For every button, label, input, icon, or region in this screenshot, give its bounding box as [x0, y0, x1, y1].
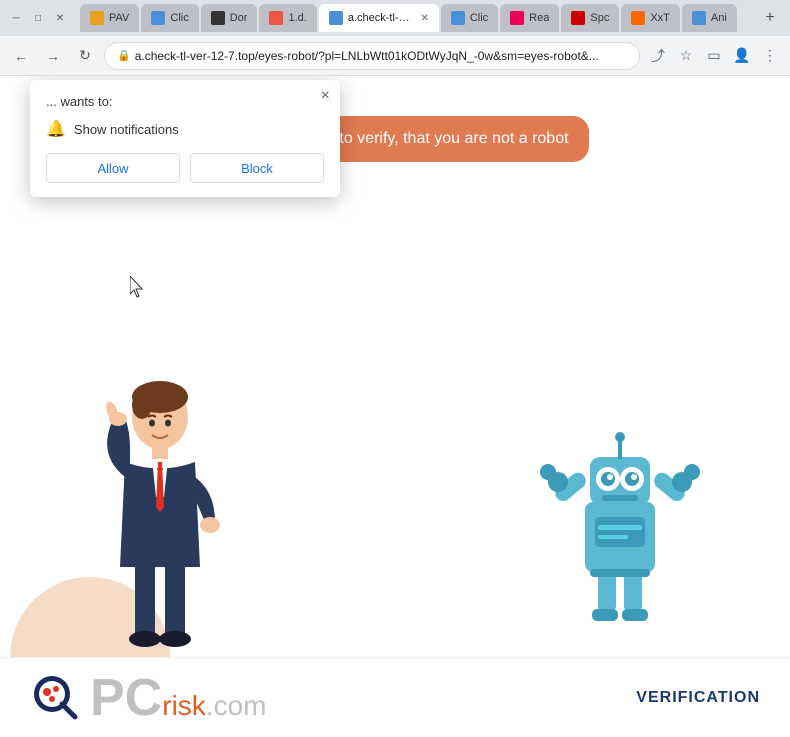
window-controls: ─ □ ✕ [8, 10, 68, 26]
browser-tab[interactable]: Clic [141, 4, 198, 32]
pc-text: PC [90, 669, 162, 727]
bookmark-icon[interactable]: ☆ [674, 44, 698, 68]
sidebar-icon[interactable]: ▭ [702, 44, 726, 68]
notification-row: 🔔 Show notifications [46, 119, 324, 139]
address-bar: ← → ↻ 🔒 a.check-tl-ver-12-7.top/eyes-rob… [0, 36, 790, 76]
pcrisk-logo-icon [30, 672, 82, 724]
browser-tab[interactable]: XxT [621, 4, 680, 32]
bell-icon: 🔔 [46, 119, 66, 139]
tabs-bar: PAV Clic Dor 1.d. a.check-tl-ver-12-7.to… [80, 4, 754, 32]
title-bar: ─ □ ✕ PAV Clic Dor 1.d. a.check-tl-ver-1… [0, 0, 790, 36]
verification-label: VERIFICATION [636, 689, 760, 707]
new-tab-button[interactable]: + [758, 6, 782, 30]
toolbar-icons: ⤴ ☆ ▭ 👤 ⋮ [646, 44, 782, 68]
browser-tab[interactable]: Rea [500, 4, 559, 32]
block-button[interactable]: Block [190, 153, 324, 183]
browser-tab[interactable]: Dor [201, 4, 258, 32]
browser-tab[interactable]: PAV [80, 4, 139, 32]
popup-title: ... wants to: [46, 94, 324, 109]
footer-logo: PCrisk.com [30, 672, 266, 724]
tab-close-icon[interactable]: ✕ [420, 13, 428, 24]
popup-buttons: Allow Block [46, 153, 324, 183]
risk-text: risk [162, 690, 206, 721]
maximize-btn[interactable]: □ [30, 10, 46, 26]
profile-icon[interactable]: 👤 [730, 44, 754, 68]
back-button[interactable]: ← [8, 43, 34, 69]
browser-tab[interactable]: Ani [682, 4, 737, 32]
person-figure [60, 367, 260, 657]
popup-close-button[interactable]: × [321, 88, 330, 104]
browser-tab[interactable]: Clic [441, 4, 498, 32]
notification-popup: × ... wants to: 🔔 Show notifications All… [30, 80, 340, 197]
minimize-btn[interactable]: ─ [8, 10, 24, 26]
browser-tab[interactable]: Spc [561, 4, 619, 32]
footer-logo-text: PCrisk.com [90, 672, 266, 724]
page-footer: PCrisk.com VERIFICATION [0, 657, 790, 737]
share-icon[interactable]: ⤴ [646, 44, 670, 68]
browser-tab[interactable]: 1.d. [259, 4, 316, 32]
address-url: a.check-tl-ver-12-7.top/eyes-robot/?pl=L… [135, 49, 599, 63]
address-input[interactable]: 🔒 a.check-tl-ver-12-7.top/eyes-robot/?pl… [104, 42, 640, 70]
notification-label: Show notifications [74, 122, 179, 137]
browser-tab[interactable]: a.check-tl-ver-12-7.top ✕ [319, 4, 439, 32]
page-content: × ... wants to: 🔔 Show notifications All… [0, 76, 790, 737]
menu-icon[interactable]: ⋮ [758, 44, 782, 68]
allow-button[interactable]: Allow [46, 153, 180, 183]
close-btn[interactable]: ✕ [52, 10, 68, 26]
reload-button[interactable]: ↻ [72, 43, 98, 69]
cursor [130, 276, 146, 298]
robot-figure [530, 417, 710, 637]
lock-icon: 🔒 [117, 49, 131, 62]
com-text: .com [206, 690, 267, 721]
forward-button[interactable]: → [40, 43, 66, 69]
